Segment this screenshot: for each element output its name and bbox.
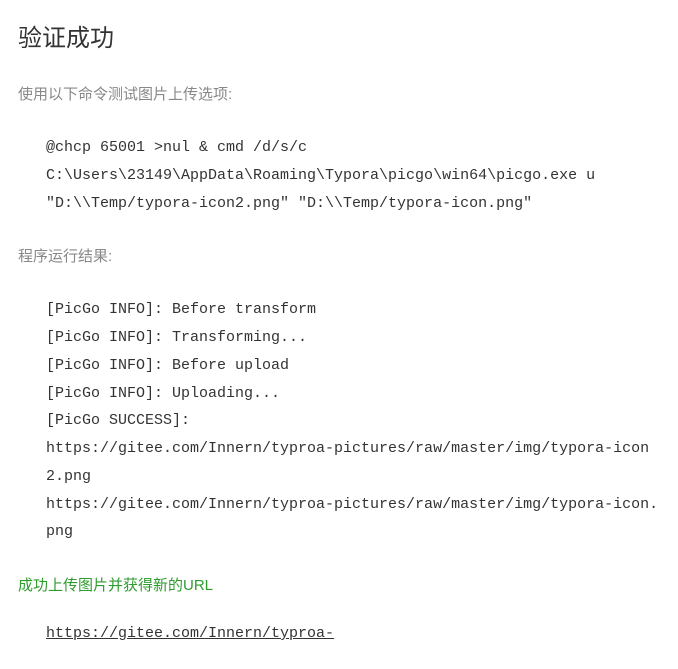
page-title: 验证成功 <box>18 18 660 53</box>
success-message: 成功上传图片并获得新的URL <box>18 574 660 595</box>
result-url-link[interactable]: https://gitee.com/Innern/typroa- <box>46 625 660 642</box>
command-block: @chcp 65001 >nul & cmd /d/s/c C:\Users\2… <box>46 134 660 217</box>
output-block: [PicGo INFO]: Before transform [PicGo IN… <box>46 296 660 546</box>
command-section-label: 使用以下命令测试图片上传选项: <box>18 83 660 104</box>
output-section-label: 程序运行结果: <box>18 245 660 266</box>
